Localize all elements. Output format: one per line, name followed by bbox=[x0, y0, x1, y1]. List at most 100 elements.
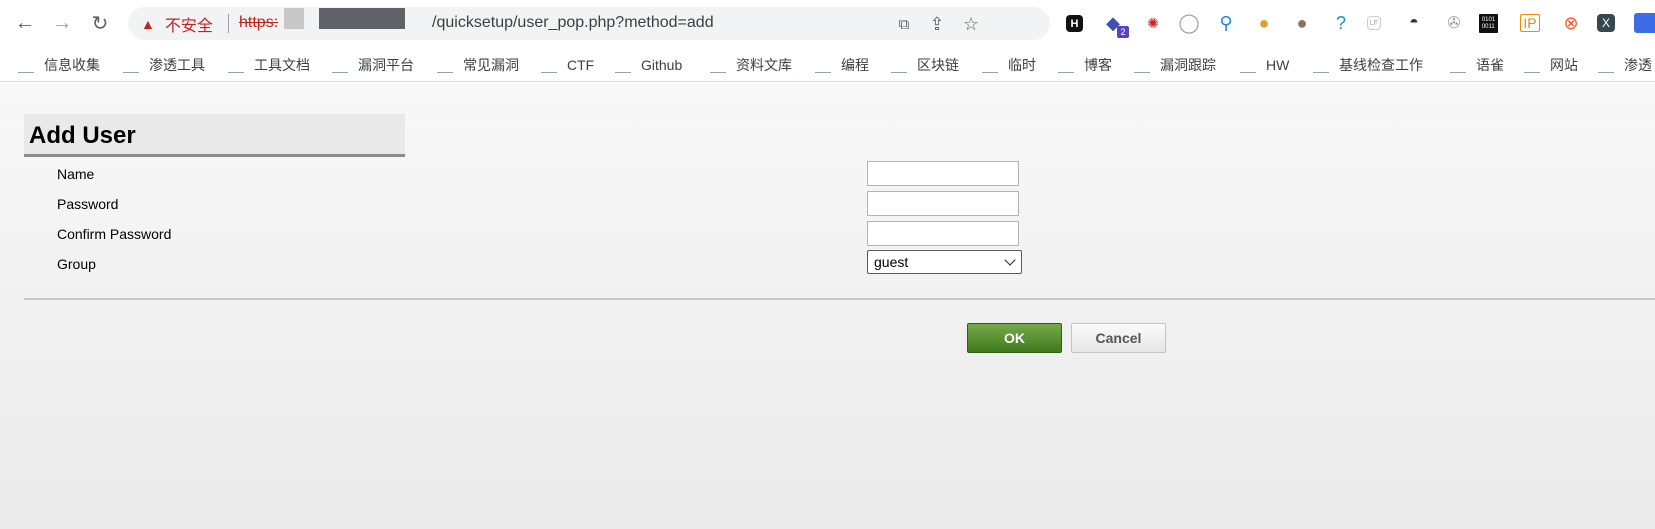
confirm-password-label: Confirm Password bbox=[57, 226, 172, 242]
form-divider bbox=[24, 298, 1655, 300]
name-input[interactable] bbox=[867, 161, 1019, 186]
partial-extension-icon[interactable] bbox=[1634, 13, 1655, 33]
folder-icon bbox=[1058, 63, 1074, 73]
folder-icon bbox=[982, 63, 998, 73]
folder-icon bbox=[123, 63, 139, 73]
bookmark-folder[interactable]: 临时 bbox=[982, 55, 1036, 75]
back-arrow-icon[interactable]: ← bbox=[10, 8, 40, 38]
folder-icon bbox=[332, 63, 348, 73]
bookmark-label: 工具文档 bbox=[254, 57, 310, 73]
folder-icon bbox=[1524, 63, 1540, 73]
bookmark-label: 基线检查工作 bbox=[1339, 57, 1423, 73]
password-input[interactable] bbox=[867, 191, 1019, 216]
security-indicator[interactable]: ▲ 不安全 bbox=[141, 13, 213, 35]
mask-extension-icon[interactable]: ◓ bbox=[1403, 12, 1425, 34]
bookmark-folder[interactable]: CTF bbox=[541, 55, 594, 75]
group-select[interactable]: guest bbox=[867, 250, 1022, 274]
url-scheme: https: bbox=[239, 14, 279, 31]
lifebuoy-extension-icon[interactable]: ⊗ bbox=[1560, 12, 1582, 34]
bookmark-folder[interactable]: 渗透工具 bbox=[123, 55, 205, 75]
bookmark-folder[interactable]: 区块链 bbox=[891, 55, 959, 75]
cookie-extension-icon[interactable]: ● bbox=[1253, 12, 1275, 34]
bookmark-folder[interactable]: 编程 bbox=[815, 55, 869, 75]
bookmark-folder[interactable]: Github bbox=[615, 55, 682, 75]
page-title: Add User bbox=[29, 122, 136, 149]
omnibox-separator bbox=[228, 14, 229, 33]
bookmark-label: 漏洞平台 bbox=[358, 57, 414, 73]
bookmark-label: 编程 bbox=[841, 57, 869, 73]
bookmark-label: 资料文库 bbox=[736, 57, 792, 73]
lf-extension-icon[interactable]: LF bbox=[1367, 16, 1381, 30]
confirm-password-input[interactable] bbox=[867, 221, 1019, 246]
folder-icon bbox=[228, 63, 244, 73]
bookmark-label: 信息收集 bbox=[44, 57, 100, 73]
translate-icon[interactable]: ⧉ bbox=[893, 13, 915, 35]
flag-extension-icon[interactable]: ✺ bbox=[1142, 12, 1164, 34]
bookmark-folder[interactable]: HW bbox=[1240, 55, 1289, 75]
bookmark-folder[interactable]: 语雀 bbox=[1450, 55, 1504, 75]
bookmark-folder[interactable]: 基线检查工作 bbox=[1313, 55, 1423, 75]
hackbar-extension-icon[interactable]: H bbox=[1066, 15, 1083, 32]
cancel-button[interactable]: Cancel bbox=[1071, 323, 1166, 353]
bookmark-label: CTF bbox=[567, 57, 595, 73]
bookmark-folder[interactable]: 渗透 bbox=[1598, 55, 1652, 75]
page-content: Add User Name Password Confirm Password … bbox=[0, 83, 1655, 529]
folder-icon bbox=[891, 63, 907, 73]
bookmark-label: 漏洞跟踪 bbox=[1160, 57, 1216, 73]
bookmark-folder[interactable]: 工具文档 bbox=[228, 55, 310, 75]
folder-icon bbox=[1134, 63, 1150, 73]
folder-icon bbox=[1450, 63, 1466, 73]
bookmark-label: Github bbox=[641, 57, 683, 73]
ip-extension-icon[interactable]: IP bbox=[1520, 14, 1540, 32]
group-select-value: guest bbox=[874, 254, 909, 270]
bookmark-label: HW bbox=[1266, 57, 1290, 73]
address-bar[interactable]: ▲ 不安全 https: /quicksetup/user_pop.php?me… bbox=[128, 7, 1050, 40]
bookmark-folder[interactable]: 常见漏洞 bbox=[437, 55, 519, 75]
folder-icon bbox=[437, 63, 453, 73]
bookmark-label: 网站 bbox=[1550, 57, 1578, 73]
bookmark-label: 渗透 bbox=[1624, 57, 1652, 73]
bookmark-label: 语雀 bbox=[1476, 57, 1504, 73]
bookmark-folder[interactable]: 漏洞跟踪 bbox=[1134, 55, 1216, 75]
folder-icon bbox=[1598, 63, 1614, 73]
folder-icon bbox=[541, 63, 557, 73]
bookmark-star-icon[interactable]: ☆ bbox=[960, 13, 982, 35]
x-extension-icon[interactable]: X bbox=[1597, 14, 1615, 32]
circle-extension-icon[interactable]: ◯ bbox=[1178, 12, 1200, 34]
globe-extension-icon[interactable]: ✇ bbox=[1443, 12, 1465, 34]
name-label: Name bbox=[57, 166, 95, 182]
chevron-down-icon bbox=[1004, 254, 1016, 266]
bookmarks-bar: 信息收集 渗透工具 工具文档 漏洞平台 常见漏洞 CTF Github 资料文库… bbox=[0, 48, 1655, 82]
bookmark-folder[interactable]: 信息收集 bbox=[18, 55, 100, 75]
bookmark-label: 博客 bbox=[1084, 57, 1112, 73]
bookmark-folder[interactable]: 博客 bbox=[1058, 55, 1112, 75]
bookmark-label: 区块链 bbox=[917, 57, 959, 73]
ok-button[interactable]: OK bbox=[967, 323, 1062, 353]
title-bar: Add User bbox=[24, 114, 405, 157]
bookmark-folder[interactable]: 网站 bbox=[1524, 55, 1578, 75]
forward-arrow-icon[interactable]: → bbox=[47, 8, 77, 38]
folder-icon bbox=[1240, 63, 1256, 73]
bookmark-label: 渗透工具 bbox=[149, 57, 205, 73]
password-label: Password bbox=[57, 196, 119, 212]
bookmark-folder[interactable]: 资料文库 bbox=[710, 55, 792, 75]
reload-icon[interactable]: ↻ bbox=[85, 8, 115, 38]
cookie-editor-extension-icon[interactable]: ● bbox=[1291, 12, 1313, 34]
warning-icon: ▲ bbox=[141, 16, 155, 32]
binary-extension-icon[interactable]: 0101 0011 bbox=[1479, 14, 1498, 33]
share-icon[interactable]: ⇪ bbox=[926, 13, 948, 35]
url-text[interactable]: https: /quicksetup/user_pop.php?method=a… bbox=[239, 14, 714, 32]
bookmark-label: 临时 bbox=[1008, 57, 1036, 73]
help-extension-icon[interactable]: ? bbox=[1330, 12, 1352, 34]
folder-icon bbox=[710, 63, 726, 73]
bookmark-label: 常见漏洞 bbox=[463, 57, 519, 73]
extension-badge: 2 bbox=[1117, 26, 1129, 38]
folder-icon bbox=[615, 63, 631, 73]
group-label: Group bbox=[57, 256, 96, 272]
url-path: /quicksetup/user_pop.php?method=add bbox=[432, 14, 714, 31]
bookmark-folder[interactable]: 漏洞平台 bbox=[332, 55, 414, 75]
folder-icon bbox=[815, 63, 831, 73]
folder-icon bbox=[1313, 63, 1329, 73]
redaction-block bbox=[284, 8, 304, 29]
pin-extension-icon[interactable]: ⚲ bbox=[1215, 12, 1237, 34]
